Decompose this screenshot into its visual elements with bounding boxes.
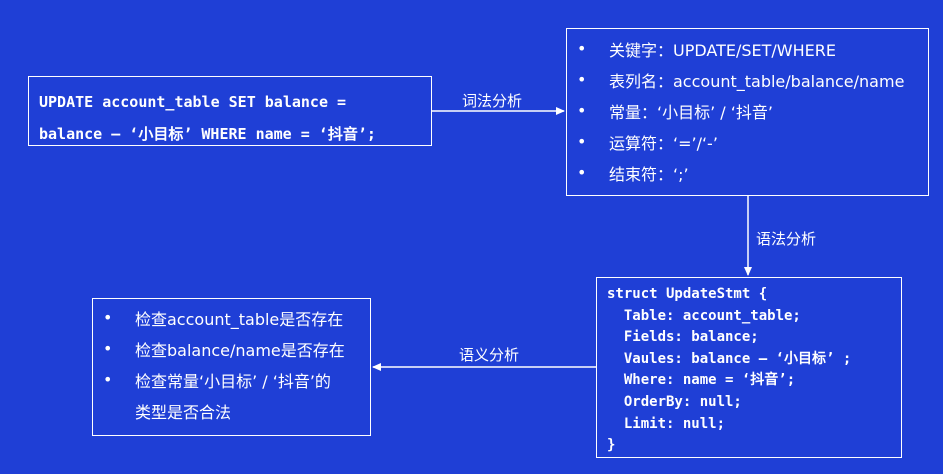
syntax-analysis-label: 语法分析 (756, 230, 817, 248)
token-identifiers: 表列名：account_table/balance/name (609, 71, 905, 91)
list-item: • 结束符：‘;’ (577, 157, 918, 188)
struct-line: } (607, 437, 616, 454)
token-terminator: 结束符：‘;’ (609, 164, 689, 184)
sql-line-2: balance – ‘小目标’ WHERE name = ‘抖音’; (39, 125, 376, 143)
bullet-icon: • (577, 163, 587, 182)
semantic-check-box: • 检查account_table是否存在 • 检查balance/name是否存在… (92, 298, 371, 436)
list-item: • 检查account_table是否存在 (103, 302, 360, 333)
token-constants: 常量：‘小目标’ / ‘抖音’ (609, 102, 773, 122)
check-columns-exist: 检查balance/name是否存在 (135, 340, 345, 360)
check-constant-types-cont: 类型是否合法 (135, 402, 232, 422)
struct-line: OrderBy: null; (607, 393, 742, 410)
list-item: • 关键字：UPDATE/SET/WHERE (577, 33, 918, 64)
bullet-icon: • (103, 339, 113, 358)
struct-line: Table: account_table; (607, 307, 801, 324)
update-stmt-struct-box: struct UpdateStmt { Table: account_table… (596, 277, 902, 458)
list-item: • 表列名：account_table/balance/name (577, 64, 918, 95)
bullet-icon: • (577, 39, 587, 58)
list-item: • 运算符：‘=’/‘-’ (577, 126, 918, 157)
list-item: • 检查balance/name是否存在 (103, 333, 360, 364)
struct-line: Fields: balance; (607, 329, 759, 346)
bullet-icon: • (103, 308, 113, 327)
check-table-exists: 检查account_table是否存在 (135, 309, 344, 329)
semantic-analysis-label: 语义分析 (459, 346, 520, 364)
struct-line: Vaules: balance – ‘小目标’ ; (607, 350, 852, 367)
bullet-icon: • (577, 132, 587, 151)
bullet-icon: • (577, 101, 587, 120)
sql-statement-box: UPDATE account_table SET balance = balan… (28, 76, 432, 146)
token-operators: 运算符：‘=’/‘-’ (609, 133, 718, 153)
sql-line-1: UPDATE account_table SET balance = (39, 93, 347, 111)
struct-line: struct UpdateStmt { (607, 286, 768, 302)
list-item: • 常量：‘小目标’ / ‘抖音’ (577, 95, 918, 126)
list-item: • 检查常量‘小目标’ / ‘抖音’的 (103, 364, 360, 395)
check-constant-types: 检查常量‘小目标’ / ‘抖音’的 (135, 371, 331, 391)
bullet-icon: • (103, 370, 113, 389)
lexical-analysis-label: 词法分析 (462, 92, 523, 110)
lexical-result-box: • 关键字：UPDATE/SET/WHERE • 表列名：account_table… (566, 28, 929, 196)
list-item-continuation: 类型是否合法 (103, 395, 360, 426)
bullet-icon: • (577, 70, 587, 89)
token-keywords: 关键字：UPDATE/SET/WHERE (609, 40, 836, 60)
struct-line: Where: name = ‘抖音’; (607, 372, 796, 389)
struct-line: Limit: null; (607, 415, 726, 432)
